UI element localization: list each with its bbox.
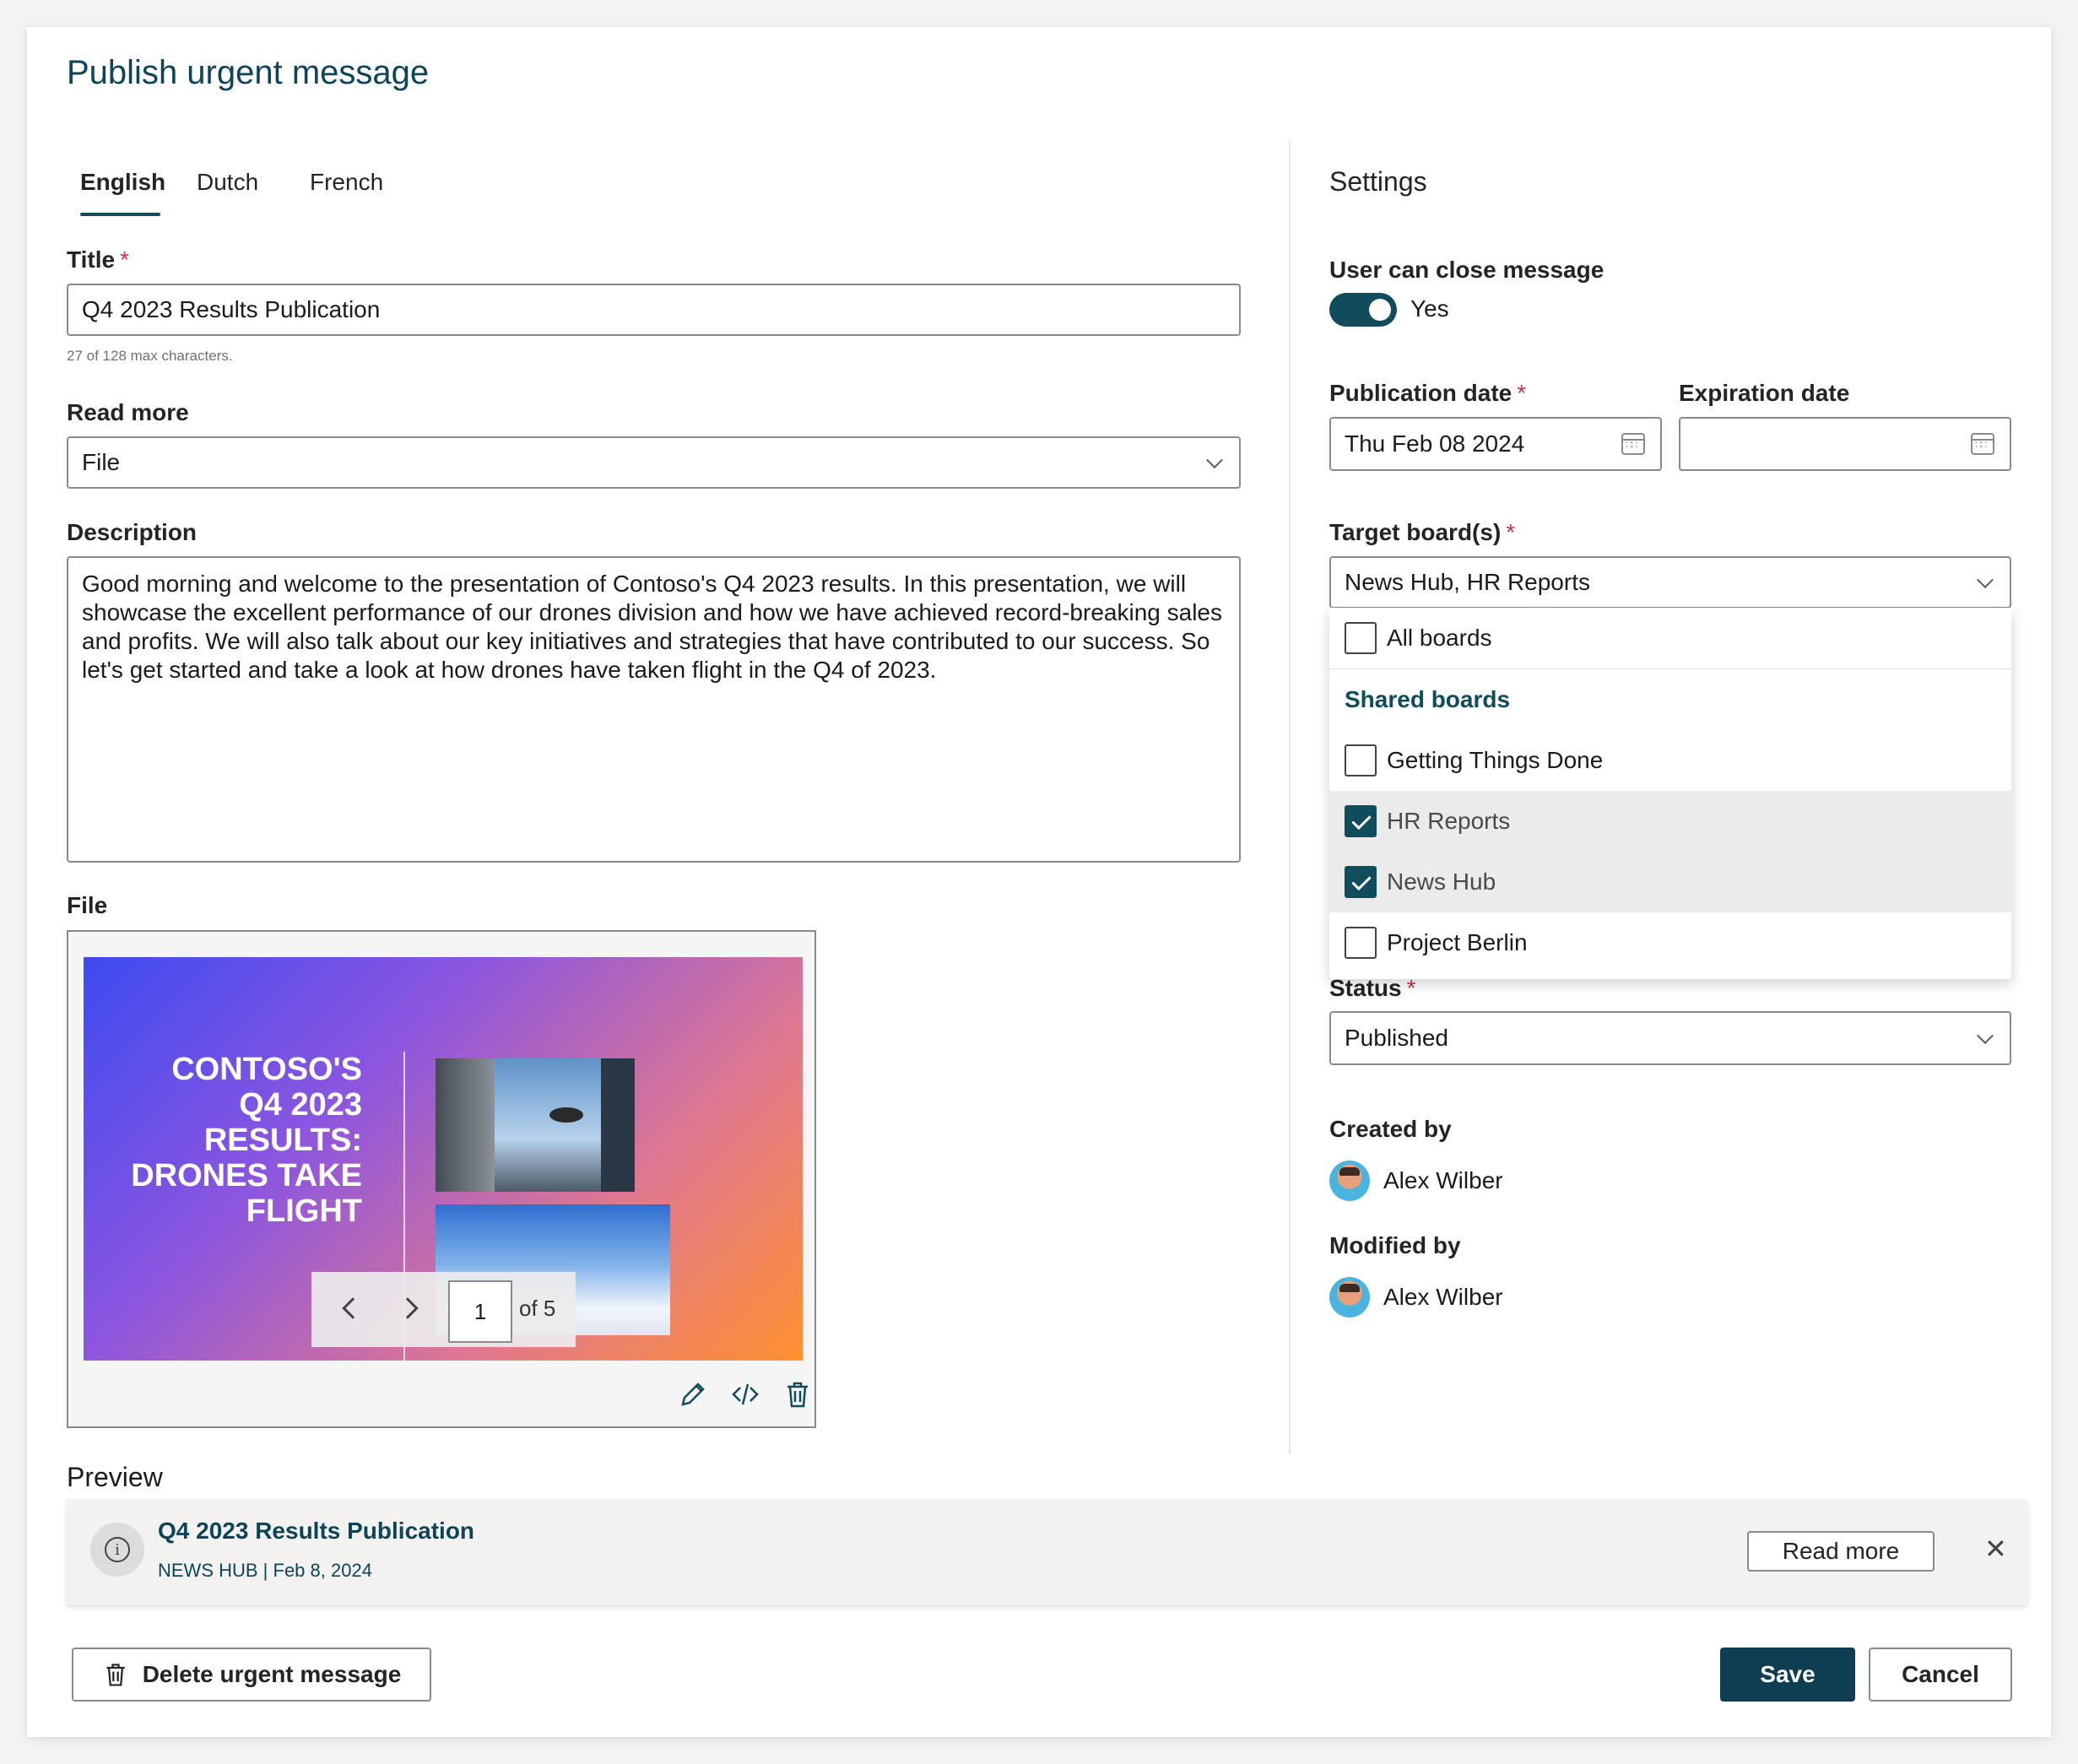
checkbox-checked[interactable] (1345, 805, 1377, 837)
slide-thumbnail: CONTOSO'S Q4 2023 RESULTS: DRONES TAKE F… (84, 957, 803, 1361)
delete-urgent-message-button[interactable]: Delete urgent message (72, 1648, 431, 1702)
created-by-label: Created by (1329, 1116, 1452, 1142)
option-project-berlin[interactable]: Project Berlin (1329, 912, 2011, 973)
option-label: HR Reports (1387, 808, 1511, 834)
dialog-title: Publish urgent message (67, 54, 430, 91)
title-label: Title * (67, 246, 129, 273)
title-char-count: 27 of 128 max characters. (67, 348, 233, 364)
tab-english[interactable]: English (80, 169, 165, 196)
modified-by-label: Modified by (1329, 1232, 1461, 1258)
user-can-close-toggle[interactable] (1329, 293, 1397, 327)
option-news-hub[interactable]: News Hub (1329, 852, 2011, 912)
next-page-icon[interactable] (397, 1297, 419, 1319)
slide-title-line: DRONES TAKE (131, 1158, 362, 1193)
slide-title: CONTOSO'S Q4 2023 RESULTS: DRONES TAKE F… (131, 1052, 362, 1229)
slide-title-line: Q4 2023 (239, 1087, 362, 1123)
status-select[interactable]: Published (1329, 1011, 2011, 1065)
save-button[interactable]: Save (1720, 1648, 1855, 1702)
chevron-down-icon (1977, 1027, 1994, 1045)
description-textarea[interactable]: Good morning and welcome to the presenta… (67, 556, 1241, 863)
preview-message-meta: NEWS HUB | Feb 8, 2024 (158, 1560, 372, 1581)
cancel-button[interactable]: Cancel (1869, 1648, 2012, 1702)
trash-icon[interactable] (782, 1379, 813, 1410)
urgent-message-preview: i Q4 2023 Results Publication NEWS HUB |… (67, 1499, 2027, 1605)
active-tab-indicator (80, 213, 160, 216)
checkbox[interactable] (1345, 744, 1377, 776)
target-boards-label: Target board(s) * (1329, 519, 1516, 545)
status-value: Published (1345, 1025, 1448, 1051)
option-label: All boards (1387, 625, 1492, 651)
file-label: File (67, 892, 108, 918)
publication-date-picker[interactable]: Thu Feb 08 2024 (1329, 417, 1662, 471)
option-hr-reports[interactable]: HR Reports (1329, 791, 2011, 852)
modified-by-name: Alex Wilber (1383, 1284, 1503, 1310)
title-input-value: Q4 2023 Results Publication (82, 296, 381, 322)
checkbox-checked[interactable] (1345, 866, 1377, 898)
avatar (1329, 1277, 1370, 1318)
description-label: Description (67, 519, 198, 545)
option-label: Project Berlin (1387, 929, 1528, 955)
slide-title-line: FLIGHT (246, 1193, 362, 1229)
page-number-input[interactable]: 1 (448, 1280, 512, 1343)
preview-read-more-button[interactable]: Read more (1747, 1531, 1935, 1572)
group-label-shared-boards: Shared boards (1345, 686, 1511, 712)
info-icon: i (90, 1523, 144, 1577)
pencil-icon[interactable] (678, 1379, 708, 1410)
user-can-close-value: Yes (1410, 295, 1449, 322)
code-icon[interactable] (730, 1379, 760, 1410)
info-glyph: i (105, 1537, 130, 1562)
title-input[interactable]: Q4 2023 Results Publication (67, 284, 1241, 336)
delete-button-label: Delete urgent message (142, 1661, 402, 1687)
file-preview: CONTOSO'S Q4 2023 RESULTS: DRONES TAKE F… (67, 930, 816, 1428)
preview-heading: Preview (67, 1462, 163, 1492)
calendar-icon[interactable] (1971, 433, 1994, 455)
trash-icon (106, 1664, 125, 1686)
expiration-date-label: Expiration date (1679, 380, 1850, 406)
checkbox[interactable] (1345, 927, 1377, 959)
created-by-name: Alex Wilber (1383, 1167, 1503, 1193)
preview-message-title[interactable]: Q4 2023 Results Publication (158, 1518, 474, 1545)
chevron-down-icon (1977, 571, 1994, 589)
tab-dutch[interactable]: Dutch (197, 169, 258, 196)
close-icon[interactable]: ✕ (1984, 1533, 2007, 1565)
drone-image (549, 1107, 583, 1123)
option-all-boards[interactable]: All boards (1329, 608, 2011, 668)
publication-date-value: Thu Feb 08 2024 (1345, 430, 1525, 457)
option-label: Getting Things Done (1387, 747, 1604, 773)
slide-pager: 1 of 5 (311, 1272, 576, 1347)
slide-title-line: CONTOSO'S (171, 1052, 362, 1087)
column-divider (1289, 141, 1291, 1453)
read-more-label: Read more (67, 399, 189, 425)
modified-by-user: Alex Wilber (1329, 1277, 1503, 1318)
page-total: of 5 (519, 1296, 556, 1321)
checkbox[interactable] (1345, 622, 1377, 654)
calendar-icon[interactable] (1621, 433, 1645, 455)
tab-french[interactable]: French (310, 169, 383, 196)
publication-date-label: Publication date * (1329, 380, 1527, 406)
avatar (1329, 1161, 1370, 1201)
created-by-user: Alex Wilber (1329, 1161, 1503, 1201)
slide-title-line: RESULTS: (203, 1123, 362, 1158)
target-boards-dropdown: All boards Shared boards Getting Things … (1329, 608, 2011, 979)
read-more-value: File (82, 449, 121, 475)
previous-page-icon[interactable] (342, 1297, 364, 1319)
chevron-down-icon (1206, 452, 1223, 469)
read-more-select[interactable]: File (67, 436, 1241, 489)
toggle-knob (1369, 299, 1391, 321)
skyscraper-drone-photo (436, 1058, 635, 1192)
settings-heading: Settings (1329, 166, 1427, 197)
publish-urgent-message-dialog: Publish urgent message English Dutch Fre… (27, 27, 2051, 1737)
option-label: News Hub (1387, 868, 1496, 895)
target-boards-select[interactable]: News Hub, HR Reports (1329, 556, 2011, 609)
target-boards-value: News Hub, HR Reports (1345, 569, 1590, 595)
expiration-date-picker[interactable] (1679, 417, 2011, 471)
option-getting-things-done[interactable]: Getting Things Done (1329, 730, 2011, 791)
user-can-close-label: User can close message (1329, 257, 1604, 283)
